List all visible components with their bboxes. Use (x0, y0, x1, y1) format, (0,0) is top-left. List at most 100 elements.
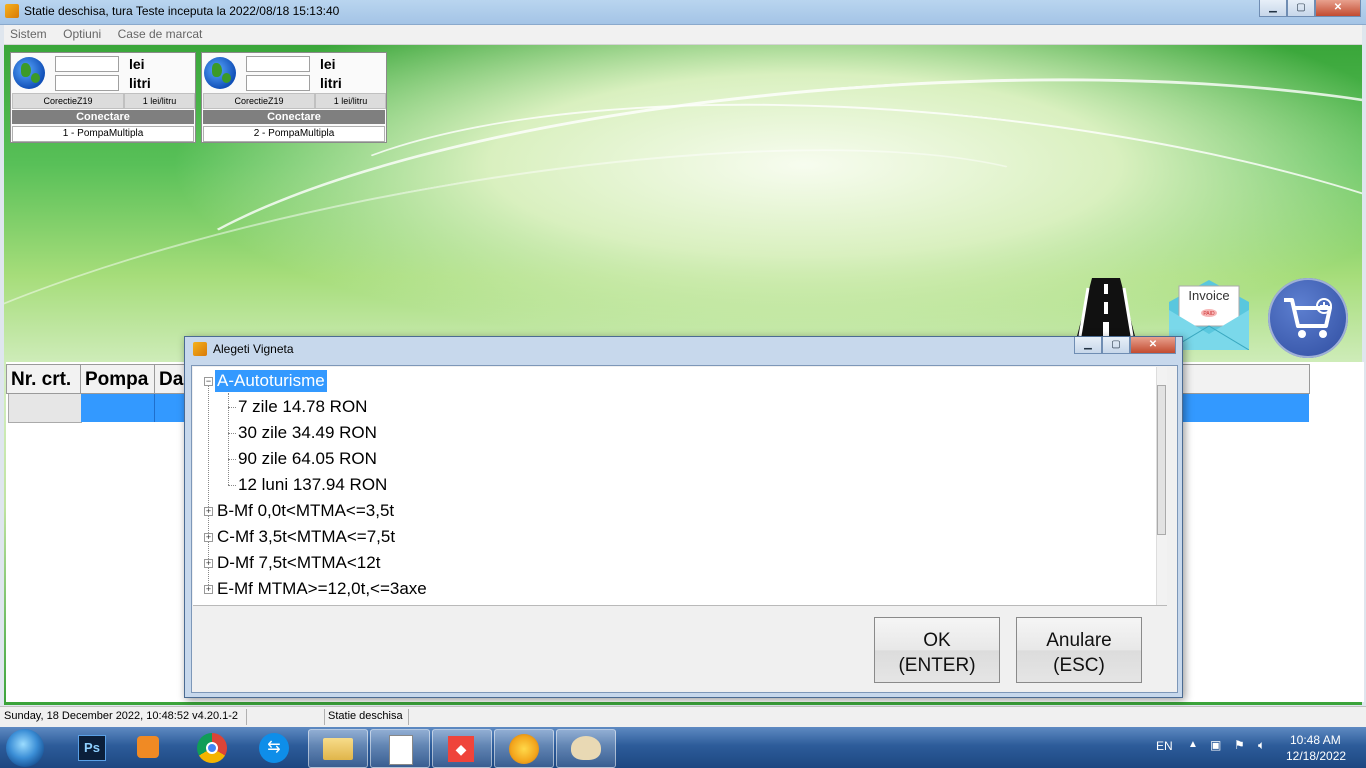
start-button[interactable] (6, 729, 44, 767)
expand-icon[interactable]: + (204, 585, 213, 594)
connect-button[interactable]: Conectare (203, 110, 385, 124)
dialog-maximize-button[interactable]: ▢ (1102, 337, 1130, 354)
close-button[interactable]: ✕ (1315, 0, 1361, 17)
correction-label: CorectieZ19 (12, 93, 124, 109)
expand-icon[interactable]: + (204, 533, 213, 542)
pump-name: 1 - PompaMultipla (12, 126, 194, 142)
dialog-client-area: − A-Autoturisme 7 zile 14.78 RON 30 zile… (191, 365, 1178, 693)
status-state: Statie deschisa (328, 710, 403, 722)
taskbar-document[interactable] (370, 729, 430, 768)
tree-item-30-zile[interactable]: 30 zile 34.49 RON (238, 422, 377, 444)
tree-line (228, 459, 236, 460)
taskbar-photoshop[interactable]: Ps (62, 729, 120, 766)
anydesk-icon: ◆ (448, 736, 474, 762)
volume-display (55, 75, 119, 91)
tree-node-d[interactable]: D-Mf 7,5t<MTMA<12t (217, 552, 380, 574)
window-titlebar: Statie deschisa, tura Teste inceputa la … (0, 0, 1366, 25)
pump-panel-2[interactable]: lei litri CorectieZ19 1 lei/litru Conect… (201, 52, 387, 143)
globe-icon (204, 57, 236, 89)
maximize-button[interactable]: ▢ (1287, 0, 1315, 17)
volume-display (246, 75, 310, 91)
taskbar-teamviewer[interactable]: ⇆ (244, 729, 302, 766)
teamviewer-icon: ⇆ (259, 733, 289, 763)
sun-app-icon (509, 734, 539, 764)
window-controls: ▁ ▢ ✕ (1259, 0, 1361, 17)
tree-node-c[interactable]: C-Mf 3,5t<MTMA<=7,5t (217, 526, 395, 548)
app-icon (5, 4, 19, 18)
unit-litri: litri (320, 75, 342, 91)
language-indicator[interactable]: EN (1156, 739, 1173, 753)
status-bar: Sunday, 18 December 2022, 10:48:52 v4.20… (0, 706, 1366, 727)
tree-item-90-zile[interactable]: 90 zile 64.05 RON (238, 448, 377, 470)
column-pompa[interactable]: Pompa (80, 364, 155, 394)
dialog-window-controls: ▁ ▢ ✕ (1074, 337, 1176, 354)
media-player-icon (137, 736, 159, 758)
expand-icon[interactable]: + (204, 559, 213, 568)
unit-litri: litri (129, 75, 151, 91)
tree-item-7-zile[interactable]: 7 zile 14.78 RON (238, 396, 367, 418)
menu-optiuni[interactable]: Optiuni (63, 27, 101, 41)
tree-line (228, 433, 236, 434)
photoshop-icon: Ps (78, 735, 106, 761)
taskbar-anydesk[interactable]: ◆ (432, 729, 492, 768)
scrollbar-thumb[interactable] (1157, 385, 1166, 535)
collapse-icon[interactable]: − (204, 377, 213, 386)
clock-date[interactable]: 12/18/2022 (1286, 749, 1346, 763)
dialog-app-icon (193, 342, 207, 356)
ok-button[interactable]: OK (ENTER) (874, 617, 1000, 683)
dialog-close-button[interactable]: ✕ (1130, 337, 1176, 354)
pump-panel-1[interactable]: lei litri CorectieZ19 1 lei/litru Conect… (10, 52, 196, 143)
minimize-button[interactable]: ▁ (1259, 0, 1287, 17)
column-header-right[interactable] (1176, 364, 1310, 394)
folder-icon (323, 738, 353, 760)
vignette-dialog: Alegeti Vigneta ▁ ▢ ✕ − A-Autoturisme 7 … (184, 336, 1183, 698)
tree-item-12-luni[interactable]: 12 luni 137.94 RON (238, 474, 387, 496)
taskbar-explorer[interactable] (308, 729, 368, 768)
action-center-icon[interactable]: ⚑ (1234, 738, 1245, 752)
tree-scrollbar[interactable] (1156, 367, 1167, 605)
status-datetime: Sunday, 18 December 2022, 10:48:52 v4.20… (4, 710, 239, 722)
cancel-shortcut: (ESC) (1053, 655, 1105, 676)
document-icon (389, 735, 413, 765)
menu-case-de-marcat[interactable]: Case de marcat (118, 27, 203, 41)
dialog-minimize-button[interactable]: ▁ (1074, 337, 1102, 354)
ok-shortcut: (ENTER) (898, 655, 976, 676)
column-divider (154, 394, 155, 422)
clock-time[interactable]: 10:48 AM (1290, 733, 1341, 747)
paid-stamp: PAID (1203, 311, 1215, 317)
tree-node-e[interactable]: E-Mf MTMA>=12,0t,<=3axe (217, 578, 427, 600)
menu-sistem[interactable]: Sistem (10, 27, 47, 41)
window-title: Statie deschisa, tura Teste inceputa la … (24, 4, 340, 18)
shopping-cart-icon[interactable] (1268, 278, 1348, 358)
show-hidden-icons-icon[interactable]: ▲ (1188, 739, 1198, 750)
column-nr-crt[interactable]: Nr. crt. (6, 364, 81, 394)
tree-line (228, 407, 236, 408)
price-label: 1 lei/litru (124, 93, 195, 109)
vignette-tree[interactable]: − A-Autoturisme 7 zile 14.78 RON 30 zile… (193, 367, 1167, 606)
globe-icon (13, 57, 45, 89)
unit-lei: lei (320, 56, 336, 72)
chrome-icon (197, 733, 227, 763)
cancel-button[interactable]: Anulare (ESC) (1016, 617, 1142, 683)
volume-icon[interactable]: 🔈︎ (1258, 738, 1265, 753)
tree-node-b[interactable]: B-Mf 0,0t<MTMA<=3,5t (217, 500, 394, 522)
taskbar-chrome[interactable] (182, 729, 240, 766)
menu-bar: Sistem Optiuni Case de marcat (4, 25, 1362, 45)
taskbar: Ps ⇆ ◆ EN ▲ ▣ ⚑ 🔈︎ 10:48 AM 12/18/2022 (0, 727, 1366, 768)
network-icon[interactable]: ▣ (1210, 738, 1221, 752)
price-label: 1 lei/litru (315, 93, 386, 109)
expand-icon[interactable]: + (204, 507, 213, 516)
unit-lei: lei (129, 56, 145, 72)
paint-icon (571, 736, 601, 760)
connect-button[interactable]: Conectare (12, 110, 194, 124)
correction-label: CorectieZ19 (203, 93, 315, 109)
row-indicator-cell[interactable] (8, 394, 82, 423)
amount-display (55, 56, 119, 72)
cancel-label: Anulare (1046, 630, 1112, 651)
taskbar-app-sun[interactable] (494, 729, 554, 768)
tree-node-a-autoturisme[interactable]: A-Autoturisme (215, 370, 327, 392)
taskbar-paint[interactable] (556, 729, 616, 768)
road-vignette-icon[interactable] (1074, 278, 1138, 340)
tree-line (228, 485, 236, 486)
taskbar-media-player[interactable] (120, 729, 178, 766)
